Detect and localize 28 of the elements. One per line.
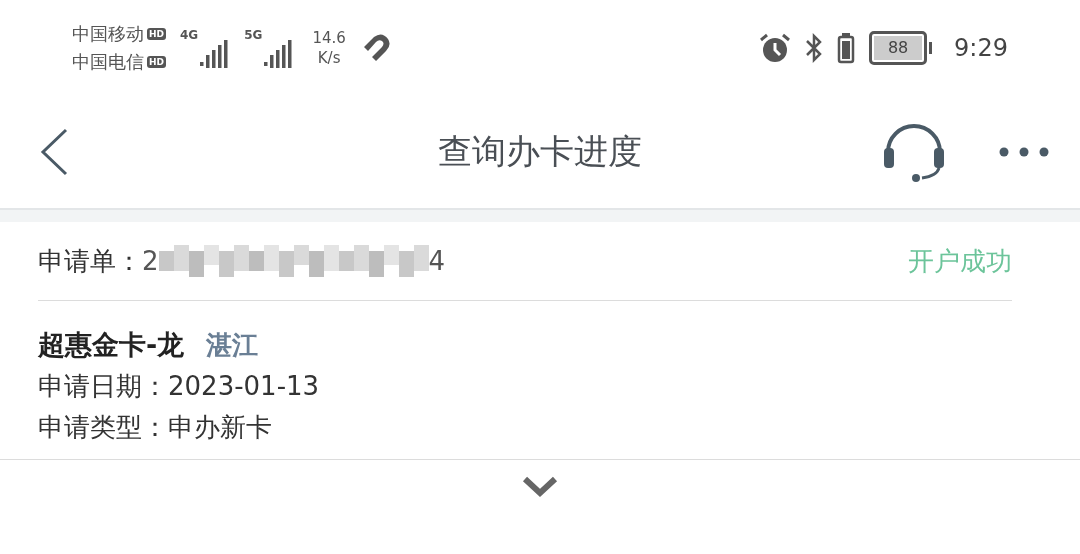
more-button[interactable] <box>998 145 1050 158</box>
signal-icon <box>200 37 231 68</box>
network-speed: 14.6 <box>312 28 346 47</box>
carrier-name: 中国移动 <box>72 21 144 46</box>
carrier-name: 中国电信 <box>72 49 144 74</box>
expand-button[interactable] <box>522 476 558 498</box>
detail-text: 申请类型：申办新卡 <box>38 411 273 444</box>
headset-button[interactable] <box>882 121 946 182</box>
application-number: 2 <box>142 246 159 276</box>
application-number: 4 <box>428 246 446 276</box>
speed-unit: K/s <box>317 48 341 67</box>
hd-badge: HD <box>147 27 166 40</box>
detail-text: 申请日期：2023-01-13 <box>38 370 321 403</box>
card-name: 超惠金卡-龙 <box>38 328 185 362</box>
battery-level: 88 <box>874 35 923 60</box>
network-type: 4G <box>180 27 199 42</box>
clock-time: 9:29 <box>954 33 1008 62</box>
hd-badge: HD <box>147 55 166 68</box>
battery-saver-icon <box>837 31 856 64</box>
application-label: 申请单： <box>38 244 142 278</box>
page-title: 查询办卡进度 <box>438 129 642 173</box>
application-status: 开户成功 <box>908 244 1012 278</box>
signal-icon <box>264 37 295 68</box>
back-button[interactable] <box>38 126 70 177</box>
card-city: 湛江 <box>206 329 259 362</box>
network-type: 5G <box>244 27 263 42</box>
alarm-icon <box>759 31 792 64</box>
bluetooth-icon <box>805 31 824 64</box>
